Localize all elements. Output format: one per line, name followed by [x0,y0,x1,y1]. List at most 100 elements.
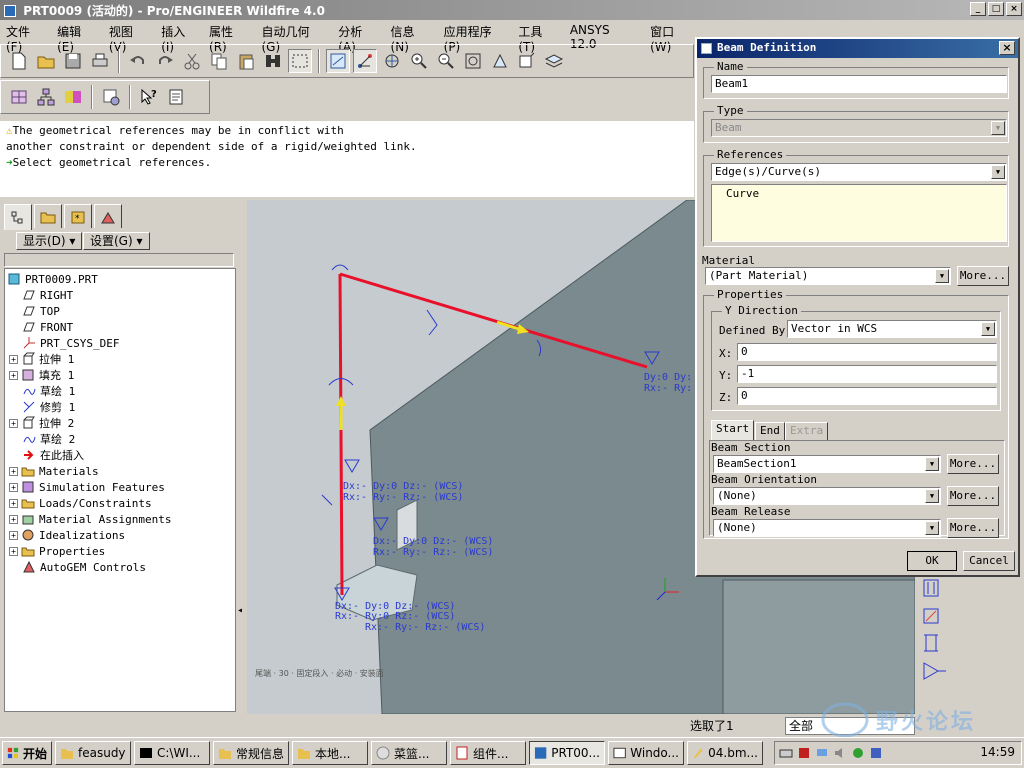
taskbar-item-local[interactable]: 本地... [292,741,368,765]
maximize-button[interactable]: □ [988,2,1004,16]
chevron-down-icon[interactable]: ▼ [935,269,949,283]
folder-browser-tab[interactable] [34,204,62,228]
start-button[interactable]: 开始 [2,741,52,765]
beam-release-select[interactable]: (None) ▼ [713,519,941,537]
spring-tool-icon[interactable] [923,608,939,624]
collapse-panel-icon[interactable]: ◂ [237,605,246,645]
expand-icon[interactable]: + [9,546,18,556]
chevron-down-icon[interactable]: ▼ [925,457,939,471]
taskbar-item-windows[interactable]: Windo... [608,741,684,765]
tab-extra[interactable]: Extra [785,422,829,440]
menu-view[interactable]: 视图(V) [103,21,155,54]
material-select[interactable]: (Part Material) ▼ [705,267,951,285]
menu-insert[interactable]: 插入(I) [155,21,203,54]
menu-tools[interactable]: 工具(T) [512,21,564,54]
menu-analysis[interactable]: 分析(A) [332,21,384,54]
taskbar-item-component[interactable]: 组件... [450,741,526,765]
regenerate-icon[interactable] [261,49,285,73]
open-folder-icon[interactable] [34,49,58,73]
expand-icon[interactable]: + [9,418,18,428]
context-help-icon[interactable]: ? [137,85,161,109]
tree-item[interactable]: AutoGEM Controls [22,559,146,575]
minimize-button[interactable]: _ [970,2,986,16]
tree-item[interactable]: + Materials [9,463,99,479]
new-file-icon[interactable] [7,49,31,73]
keyboard-icon[interactable] [779,746,793,760]
references-type-select[interactable]: Edge(s)/Curve(s) ▼ [711,163,1007,181]
tree-item[interactable]: + 拉伸 2 [9,415,74,431]
expand-icon[interactable]: + [9,354,18,364]
menu-edit[interactable]: 编辑(E) [51,21,103,54]
chevron-down-icon[interactable]: ▼ [991,165,1005,179]
taskbar-item-general-info[interactable]: 常规信息 [213,741,289,765]
x-input[interactable]: 0 [737,343,997,361]
undo-icon[interactable] [126,49,150,73]
copy-icon[interactable] [207,49,231,73]
datum-display-icon[interactable] [326,49,350,73]
tree-item[interactable]: + Properties [9,543,105,559]
report-icon[interactable] [164,85,188,109]
settings-button[interactable]: 设置(G) ▾ [83,232,150,250]
tree-item[interactable]: + 填充 1 [9,367,74,383]
expand-icon[interactable]: + [9,370,18,380]
taskbar-item-cmd[interactable]: C:\WI... [134,741,210,765]
taskbar-item-bmp[interactable]: 04.bm... [687,741,763,765]
cut-icon[interactable] [180,49,204,73]
saved-views-icon[interactable] [515,49,539,73]
tab-start[interactable]: Start [711,420,755,440]
y-input[interactable]: -1 [737,365,997,383]
zoom-in-icon[interactable] [407,49,431,73]
ime-icon[interactable] [869,746,883,760]
menu-window[interactable]: 窗口(W) [644,21,700,54]
tree-item[interactable]: + Idealizations [9,527,125,543]
qq-icon[interactable] [851,746,865,760]
reference-item[interactable]: Curve [712,185,1006,202]
beam-tool-icon[interactable] [923,579,939,597]
mass-tool-icon[interactable] [924,634,938,652]
chevron-down-icon[interactable]: ▼ [925,489,939,503]
ok-button[interactable]: OK [907,551,957,571]
display-button[interactable]: 显示(D) ▾ [16,232,83,250]
menu-info[interactable]: 信息(N) [385,21,438,54]
reorient-icon[interactable] [488,49,512,73]
volume-icon[interactable] [833,746,847,760]
chevron-down-icon[interactable]: ▼ [981,322,995,336]
tab-end[interactable]: End [755,422,785,440]
tree-item[interactable]: PRT0009.PRT [7,271,98,287]
expand-icon[interactable]: + [9,482,18,492]
model-tree-tab[interactable] [4,204,32,230]
tree-item[interactable]: 修剪 1 [22,399,75,415]
color-appearance-icon[interactable] [61,85,85,109]
save-icon[interactable] [61,49,85,73]
references-list[interactable]: Curve [711,184,1007,242]
name-input[interactable]: Beam1 [711,75,1007,93]
network-icon[interactable] [815,746,829,760]
menu-file[interactable]: 文件(F) [0,21,51,54]
taskbar-item-feasudy[interactable]: feasudy [55,741,131,765]
rigid-link-icon[interactable] [923,662,946,680]
selection-box-icon[interactable] [288,49,312,73]
tree-item[interactable]: 在此插入 [22,447,84,463]
material-more-button[interactable]: More... [957,266,1009,286]
hierarchy-icon[interactable] [34,85,58,109]
mesh-icon[interactable] [7,85,31,109]
beam-vertical-segment[interactable] [338,273,344,596]
dialog-close-button[interactable]: × [999,41,1015,55]
tree-item[interactable]: 草绘 1 [22,383,75,399]
tree-item[interactable]: FRONT [22,319,73,335]
model-tree-settings-icon[interactable] [99,85,123,109]
tree-item[interactable]: + 拉伸 1 [9,351,74,367]
beam-section-more-button[interactable]: More... [947,454,999,474]
tree-item[interactable]: + Simulation Features [9,479,165,495]
menu-autogeom[interactable]: 自动几何(G) [255,21,332,54]
menu-applications[interactable]: 应用程序(P) [438,21,513,54]
chevron-down-icon[interactable]: ▼ [925,521,939,535]
expand-icon[interactable]: + [9,466,18,476]
antivirus-icon[interactable] [797,746,811,760]
expand-icon[interactable]: + [9,530,18,540]
taskbar-item-basket[interactable]: 菜篮... [371,741,447,765]
beam-orientation-select[interactable]: (None) ▼ [713,487,941,505]
favorites-tab[interactable]: * [64,204,92,228]
redo-icon[interactable] [153,49,177,73]
defined-by-select[interactable]: Vector in WCS ▼ [787,320,997,338]
